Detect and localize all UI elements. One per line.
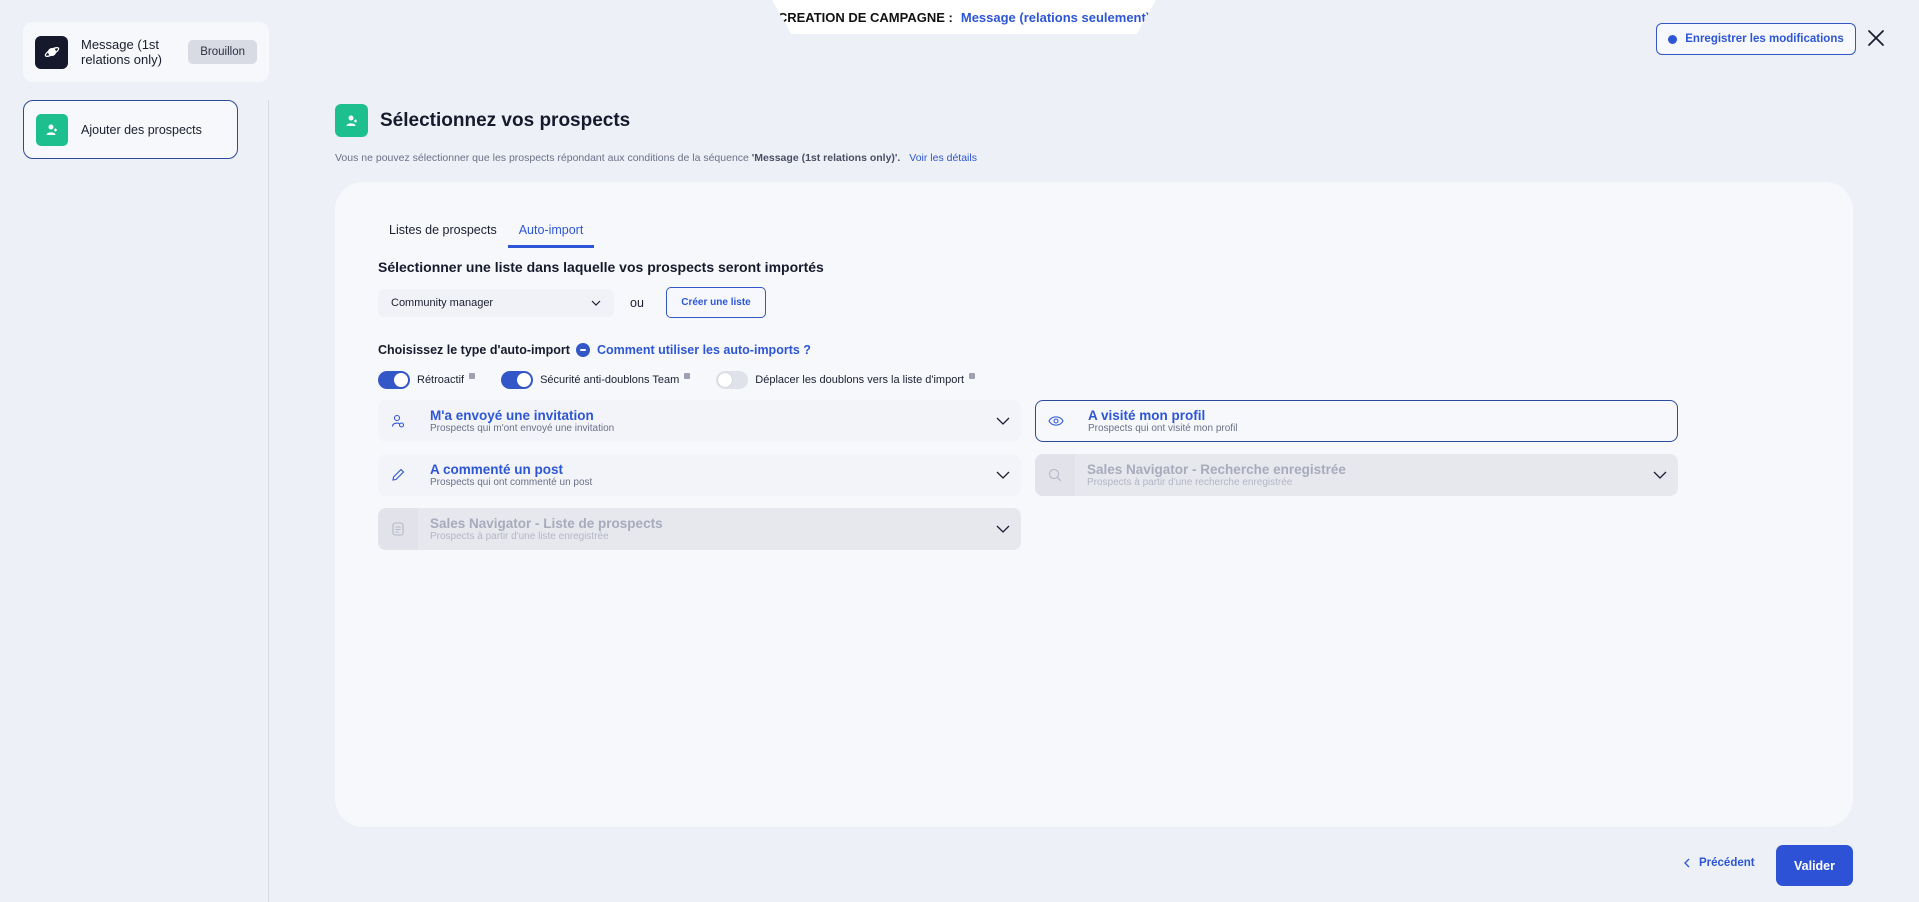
- eye-icon: [1036, 401, 1076, 441]
- list-select[interactable]: Community manager: [378, 289, 614, 317]
- info-icon[interactable]: [969, 373, 976, 379]
- list-icon: [378, 508, 418, 550]
- or-label: ou: [630, 296, 644, 310]
- toggle-move-duplicates-label: Déplacer les doublons vers la liste d'im…: [755, 374, 965, 386]
- help-link[interactable]: Comment utiliser les auto-imports ?: [597, 343, 811, 357]
- tab-bar: Listes de prospects Auto-import: [378, 218, 595, 248]
- option-sales-nav-list: Sales Navigator - Liste de prospects Pro…: [378, 508, 1021, 550]
- main-panel: [335, 182, 1853, 827]
- list-select-value: Community manager: [391, 297, 494, 309]
- tab-auto-import[interactable]: Auto-import: [507, 218, 595, 248]
- create-list-button[interactable]: Créer une liste: [666, 287, 766, 318]
- toggle-retroactive[interactable]: [378, 371, 410, 389]
- previous-label: Précédent: [1699, 857, 1755, 869]
- option-title: Sales Navigator - Recherche enregistrée: [1087, 461, 1346, 477]
- pencil-icon: [378, 454, 418, 496]
- sidebar-divider: [268, 100, 269, 902]
- option-desc: Prospects qui ont visité mon profil: [1088, 422, 1238, 434]
- option-title: Sales Navigator - Liste de prospects: [430, 515, 663, 531]
- toggle-row: Rétroactif Sécurité anti-doublons Team D…: [378, 370, 1001, 390]
- campaign-card[interactable]: Message (1st relations only) Brouillon: [23, 22, 269, 82]
- subtitle-text: Vous ne pouvez sélectionner que les pros…: [335, 152, 749, 164]
- see-details-link[interactable]: Voir les détails: [909, 152, 977, 164]
- info-icon[interactable]: [469, 373, 476, 379]
- validate-button[interactable]: Valider: [1776, 845, 1853, 886]
- option-profile-visit[interactable]: A visité mon profil Prospects qui ont vi…: [1035, 400, 1678, 442]
- toggle-retroactive-label: Rétroactif: [417, 374, 465, 386]
- campaign-header-value: Message (relations seulement): [960, 9, 1151, 25]
- close-icon[interactable]: [1866, 28, 1886, 48]
- subtitle-sequence: 'Message (1st relations only)'.: [751, 152, 901, 164]
- page-title: Sélectionnez vos prospects: [380, 110, 631, 131]
- list-section-title: Sélectionner une liste dans laquelle vos…: [378, 259, 824, 275]
- option-post-comment[interactable]: A commenté un post Prospects qui ont com…: [378, 454, 1021, 496]
- option-desc: Prospects à partir d'une recherche enreg…: [1087, 476, 1293, 488]
- toggle-move-duplicates-item: Déplacer les doublons vers la liste d'im…: [716, 371, 976, 389]
- toggle-retroactive-item: Rétroactif: [378, 371, 476, 389]
- sidebar-step-label: Ajouter des prospects: [81, 122, 202, 137]
- user-invite-icon: [378, 400, 418, 442]
- save-changes-button[interactable]: Enregistrer les modifications: [1656, 23, 1856, 55]
- user-add-icon: [36, 113, 68, 146]
- toggle-move-duplicates[interactable]: [716, 371, 749, 389]
- chevron-down-icon[interactable]: [995, 414, 1011, 428]
- toggle-duplicate-team-item: Sécurité anti-doublons Team: [501, 371, 691, 389]
- chevron-down-icon: [591, 300, 601, 306]
- sidebar-step-add-prospects[interactable]: Ajouter des prospects: [23, 100, 238, 159]
- previous-button[interactable]: Précédent: [1683, 857, 1755, 869]
- info-icon[interactable]: [684, 373, 691, 379]
- toggle-duplicate-team-label: Sécurité anti-doublons Team: [540, 374, 680, 386]
- chevron-down-icon: [1653, 471, 1667, 479]
- option-title: M'a envoyé une invitation: [430, 407, 594, 423]
- planet-icon: [35, 35, 68, 69]
- campaign-header-tab: CREATION DE CAMPAGNE : Message (relation…: [772, 0, 1156, 34]
- help-icon[interactable]: [576, 343, 590, 357]
- chevron-left-icon: [1684, 858, 1690, 868]
- option-desc: Prospects à partir d'une liste enregistr…: [430, 530, 609, 542]
- auto-import-type-title: Choisissez le type d'auto-import: [378, 343, 570, 357]
- toggle-duplicate-team[interactable]: [501, 371, 534, 389]
- option-sales-nav-search: Sales Navigator - Recherche enregistrée …: [1035, 454, 1678, 496]
- chevron-down-icon: [996, 525, 1010, 533]
- status-badge: Brouillon: [188, 40, 257, 64]
- option-desc: Prospects qui ont commenté un post: [430, 476, 593, 488]
- save-icon: [1668, 34, 1678, 44]
- chevron-down-icon[interactable]: [995, 468, 1011, 482]
- page-subtitle: Vous ne pouvez sélectionner que les pros…: [335, 152, 977, 164]
- user-add-icon: [335, 104, 368, 137]
- option-desc: Prospects qui m'ont envoyé une invitatio…: [430, 422, 615, 434]
- option-title: A visité mon profil: [1088, 407, 1206, 423]
- option-invitation[interactable]: M'a envoyé une invitation Prospects qui …: [378, 400, 1021, 442]
- campaign-name: Message (1st relations only): [81, 37, 162, 67]
- campaign-header-label: CREATION DE CAMPAGNE :: [777, 9, 953, 25]
- save-changes-label: Enregistrer les modifications: [1685, 33, 1844, 45]
- tab-prospect-lists[interactable]: Listes de prospects: [378, 218, 508, 248]
- search-icon: [1035, 454, 1075, 496]
- option-title: A commenté un post: [430, 461, 564, 477]
